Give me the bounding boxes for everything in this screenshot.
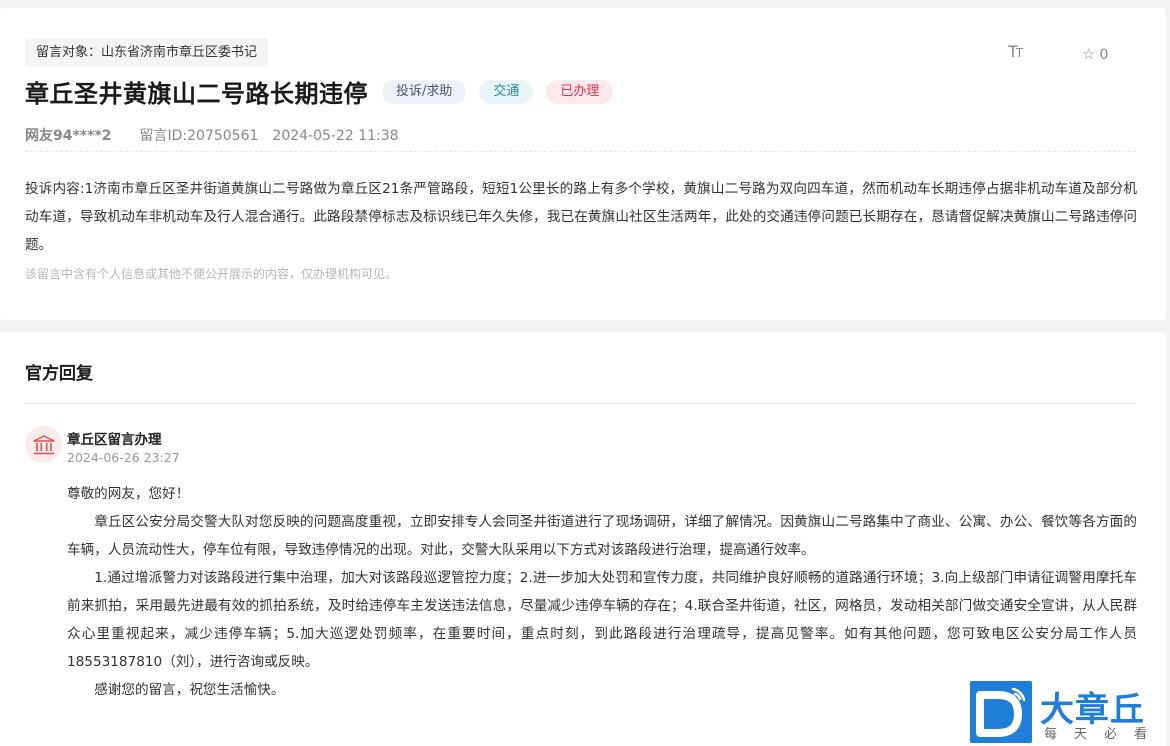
divider bbox=[25, 403, 1136, 404]
message-content: 投诉内容:1济南市章丘区圣井街道黄旗山二号路做为章丘区21条严管路段，短短1公里… bbox=[25, 181, 1137, 253]
reply-heading: 官方回复 bbox=[25, 364, 93, 384]
status-badge: 已办理 bbox=[546, 79, 614, 104]
reply-datetime: 2024-06-26 23:27 bbox=[67, 450, 180, 465]
reply-paragraph: 1.通过增派警力对该路段进行集中治理，加大对该路段巡逻管控力度；2.进一步加大处… bbox=[67, 570, 1137, 670]
tag-category: 交通 bbox=[479, 79, 534, 104]
message-id: 留言ID:20750561 bbox=[139, 128, 259, 144]
department-name: 章丘区留言办理 bbox=[67, 432, 162, 448]
title-row: 章丘圣井黄旗山二号路长期违停 投诉/求助 交通 已办理 bbox=[25, 74, 614, 109]
privacy-notice: 该留言中含有个人信息或其他不便公开展示的内容，仅办理机构可见。 bbox=[25, 267, 398, 281]
brand-watermark: 大章丘 每天必看 bbox=[970, 679, 1170, 746]
favorite-button[interactable]: ☆ 0 bbox=[1082, 45, 1108, 63]
font-size-icon: TT bbox=[1008, 42, 1023, 61]
reply-greeting: 尊敬的网友，您好！ bbox=[67, 486, 190, 502]
reply-body: 尊敬的网友，您好！ 章丘区公安分局交警大队对您反映的问题高度重视，立即安排专人会… bbox=[67, 480, 1137, 704]
message-meta: 网友94****2 留言ID:20750561 2024-05-22 11:38 bbox=[25, 125, 399, 145]
avatar bbox=[25, 426, 62, 463]
divider bbox=[25, 151, 1136, 152]
font-size-button[interactable]: TT bbox=[1008, 42, 1023, 61]
government-building-icon bbox=[32, 434, 55, 454]
tag-type: 投诉/求助 bbox=[382, 79, 467, 104]
brand-slogan: 每天必看 bbox=[1044, 727, 1165, 742]
d-logo-icon bbox=[970, 681, 1032, 743]
favorite-count: 0 bbox=[1099, 47, 1109, 63]
author-name: 网友94****2 bbox=[25, 128, 112, 144]
message-card: 留言对象：山东省济南市章丘区委书记 TT ☆ 0 章丘圣井黄旗山二号路长期违停 投… bbox=[0, 8, 1166, 320]
reply-paragraph: 章丘区公安分局交警大队对您反映的问题高度重视，立即安排专人会同圣井街道进行了现场… bbox=[67, 514, 1137, 558]
message-target: 留言对象：山东省济南市章丘区委书记 bbox=[25, 38, 269, 67]
page-title: 章丘圣井黄旗山二号路长期违停 bbox=[25, 80, 368, 108]
star-icon: ☆ bbox=[1082, 45, 1096, 63]
message-datetime: 2024-05-22 11:38 bbox=[272, 128, 399, 144]
